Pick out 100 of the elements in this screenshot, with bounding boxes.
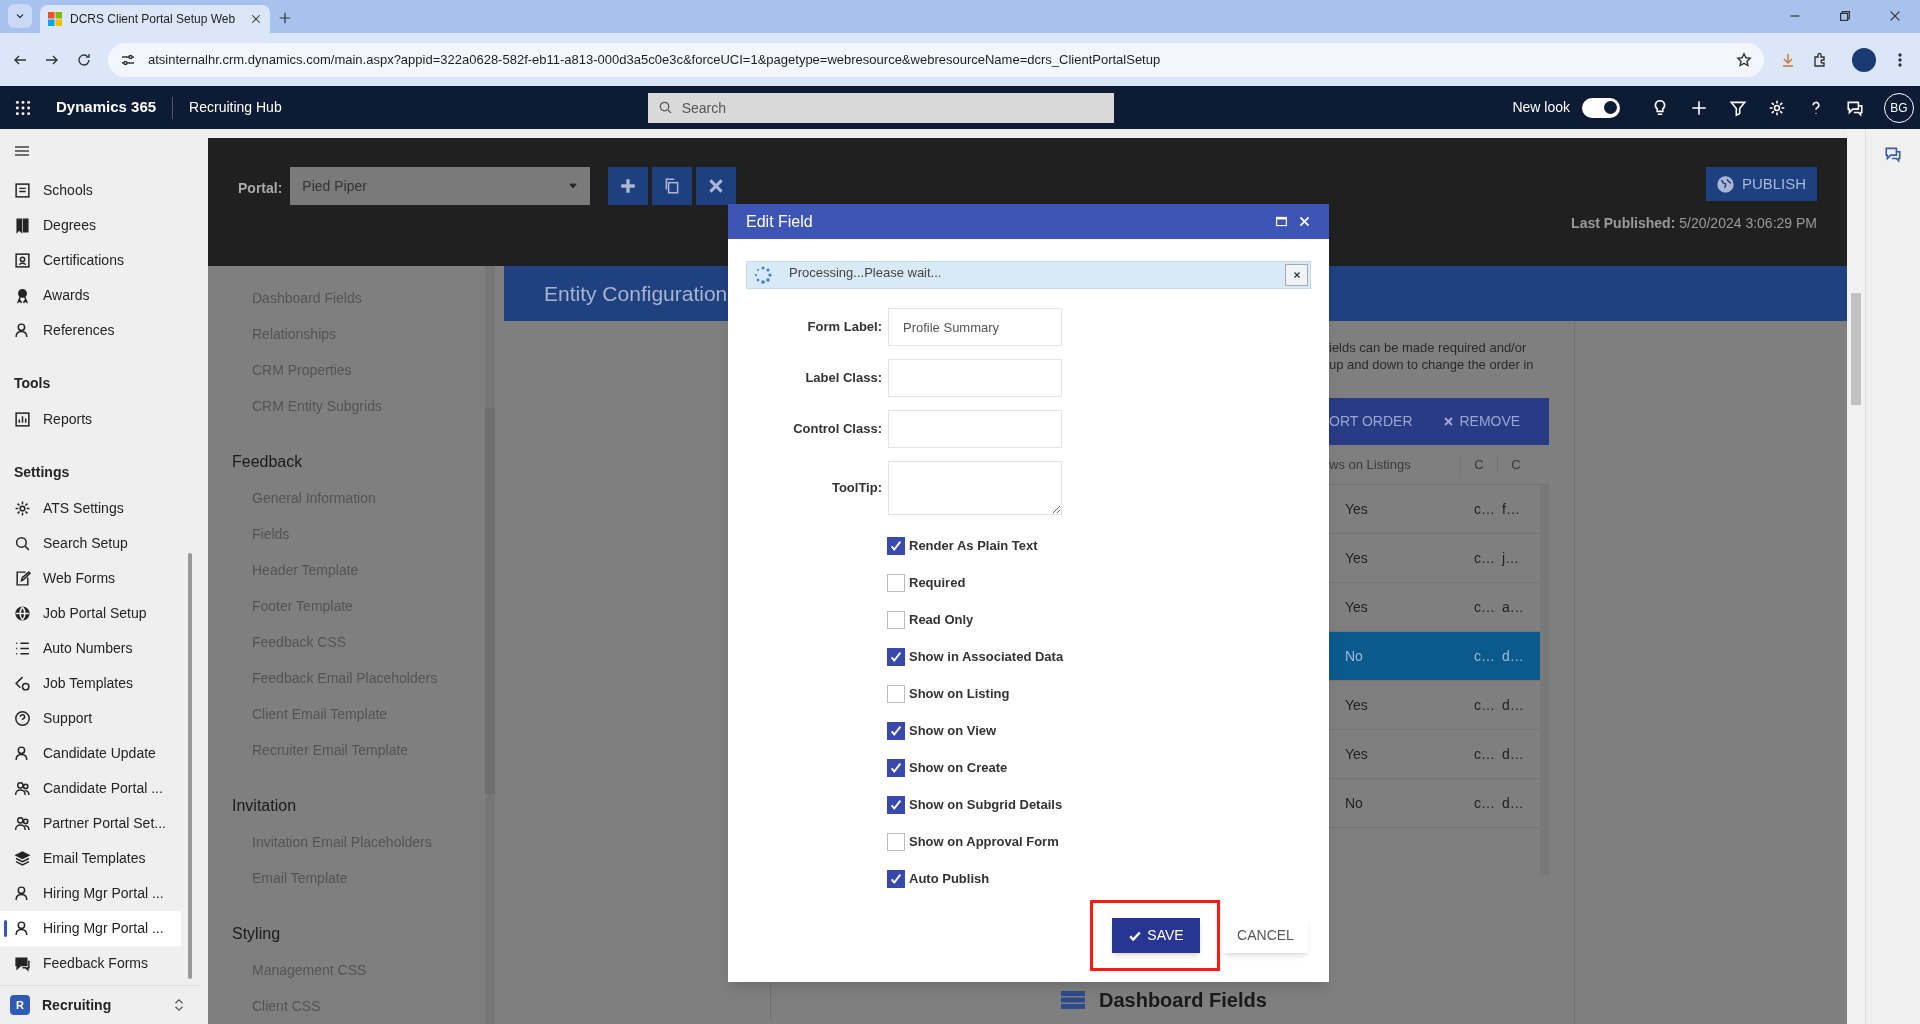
table-cell-text: Yes [1344,597,1369,617]
checkbox-label: Required [909,573,966,592]
checkbox-label: Show on Listing [909,684,1010,703]
sidebar-item[interactable]: Hiring Mgr Portal ... [0,911,181,946]
extensions-icon[interactable] [1812,51,1828,68]
maximize-icon[interactable] [1275,215,1288,228]
nav-section-heading: Feedback [232,452,303,472]
text-field[interactable]: Profile Summary [888,308,1062,346]
reload-icon[interactable] [76,51,92,68]
browser-tab[interactable]: DCRS Client Portal Setup Web [40,5,270,33]
description-text: up and down to change the order in [1329,356,1535,373]
checkbox[interactable] [887,610,905,629]
column-header[interactable]: C [1497,454,1534,475]
product-name[interactable]: Dynamics 365 [56,96,157,119]
scrollbar-thumb[interactable] [188,553,192,979]
checkbox[interactable] [887,795,905,814]
sidebar-item[interactable]: Degrees [0,208,181,243]
table-cell-text: Yes [1344,695,1369,715]
cancel-button[interactable]: CANCEL [1223,918,1308,953]
plus-icon [619,177,638,195]
check-icon [889,760,903,775]
sidebar-item[interactable]: Support [0,701,181,736]
search-field[interactable]: Search [647,92,1114,123]
plus-icon[interactable] [1689,98,1708,117]
scrollbar-thumb[interactable] [1851,293,1861,405]
new-look-toggle[interactable] [1582,97,1620,118]
portal-dropdown[interactable]: Pied Piper [290,167,591,205]
close-icon[interactable] [250,13,262,25]
download-icon[interactable] [1780,51,1796,68]
checkbox[interactable] [887,758,905,777]
sidebar-item[interactable]: References [0,313,181,348]
check-icon [889,871,903,886]
checkbox[interactable] [887,684,905,703]
toolbar-button[interactable]: ORT ORDER [1329,411,1413,432]
layers-icon [14,850,31,867]
restore-icon[interactable] [1838,9,1852,23]
area-switcher[interactable]: R Recruiting [0,985,200,1024]
app-name[interactable]: Recruiting Hub [189,97,282,118]
column-header[interactable]: ws on Listings [1329,454,1460,475]
sidebar-item[interactable]: Search Setup [0,526,181,561]
sidebar-item[interactable]: ATS Settings [0,491,181,526]
help-icon [14,710,31,727]
table-cell-text: No [1344,646,1364,666]
grid-row[interactable]: No c… d… [1329,632,1540,681]
settings-icon[interactable] [1767,98,1786,117]
dismiss-button[interactable] [1285,264,1308,286]
medal-icon [14,287,31,304]
table-cell-text: No [1344,793,1364,813]
checkbox-label: Render As Plain Text [909,536,1038,555]
sidebar-item[interactable]: Schools [0,173,181,208]
menu-icon[interactable] [14,143,30,159]
toolbar-button[interactable]: REMOVE [1442,411,1521,432]
people-icon [14,780,31,797]
check-icon [889,797,903,812]
table-cell-text: d… [1501,646,1525,666]
url-text: atsinternalhr.crm.dynamics.com/main.aspx?appid=322a0628-582f-eb11-a813-000d3a5c0e3c&forceUCI=1&pagetype=webresource&webresourceName=dcrs_ClientPortalSetup [148,50,1162,69]
publish-button[interactable]: PUBLISH [1706,167,1817,201]
checkbox[interactable] [887,536,905,555]
sidebar-item[interactable]: Certifications [0,243,181,278]
checkbox[interactable] [887,647,905,666]
field-label: ToolTip: [830,479,883,498]
plus-button[interactable] [608,167,649,205]
sidebar-item[interactable]: Awards [0,278,181,313]
address-bar[interactable]: atsinternalhr.crm.dynamics.com/main.aspx?appid=322a0628-582f-eb11-a813-000d3a5c0e3c&forceUCI=1&pagetype=webresource&webresourceName=dcrs_ClientPortalSetup [108,42,1764,77]
star-icon[interactable] [1736,51,1752,68]
profile-avatar[interactable] [1852,47,1876,72]
sidebar-item[interactable]: Reports [0,402,181,437]
save-button[interactable]: SAVE [1112,918,1200,953]
app-launcher-icon[interactable] [14,98,32,117]
checkbox[interactable] [887,832,905,851]
sidebar-item[interactable]: Job Templates [0,666,181,701]
sidebar-item[interactable]: Email Templates [0,841,181,876]
table-cell-text: j… [1500,548,1521,568]
checkbox[interactable] [887,573,905,592]
sidebar-item[interactable]: Feedback Forms [0,946,181,981]
copy-button[interactable] [652,167,693,205]
sidebar-item[interactable]: Partner Portal Set... [0,806,181,841]
sidebar-item[interactable]: Candidate Update [0,736,181,771]
table-cell-text: a… [1501,597,1525,617]
new-tab-icon[interactable] [278,11,292,25]
section-title: Dashboard Fields [1099,988,1267,1013]
close-button[interactable] [696,167,737,205]
checkbox[interactable] [887,721,905,740]
tooltip-field[interactable] [888,461,1062,515]
text-field[interactable] [888,410,1062,448]
sidebar-item[interactable]: Auto Numbers [0,631,181,666]
column-header[interactable]: C [1460,454,1497,475]
sidebar-item[interactable]: Job Portal Setup [0,596,181,631]
caret-icon [568,181,579,191]
search-icon [14,535,31,552]
text-field[interactable] [888,359,1062,397]
globe-icon [1716,175,1734,193]
table-cell-text: d… [1501,793,1525,813]
checkbox[interactable] [887,869,905,888]
section-heading: Tools [14,374,51,393]
sidebar-item[interactable]: Web Forms [0,561,181,596]
sidebar-item[interactable]: Hiring Mgr Portal ... [0,876,181,911]
sidebar-item[interactable]: Candidate Portal ... [0,771,181,806]
close-icon[interactable] [1888,9,1902,23]
field-label: Form Label: [806,318,883,337]
